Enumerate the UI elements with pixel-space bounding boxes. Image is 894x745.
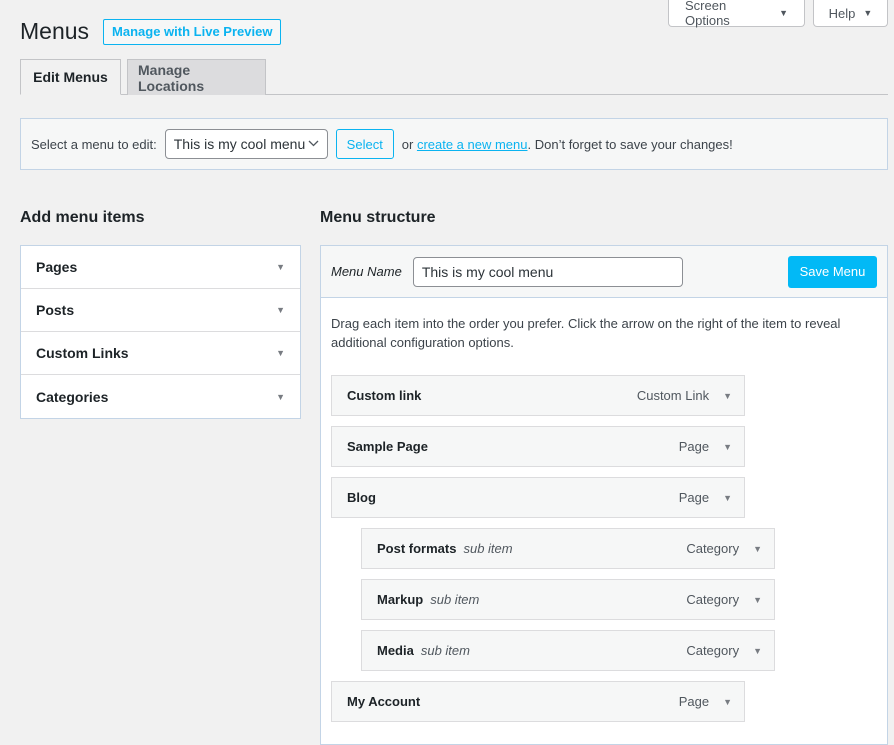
- sub-item-label: sub item: [463, 541, 513, 556]
- screen-options-label: Screen Options: [685, 0, 730, 28]
- caret-down-icon[interactable]: ▼: [753, 544, 762, 554]
- accordion-pages[interactable]: Pages ▼: [21, 246, 300, 289]
- menu-item-title: Markup: [377, 592, 424, 607]
- create-new-menu-link[interactable]: create a new menu: [417, 137, 528, 152]
- menu-item-title: Custom link: [347, 388, 422, 403]
- caret-down-icon[interactable]: ▼: [723, 697, 732, 707]
- menu-item-title: Blog: [347, 490, 376, 505]
- caret-down-icon: ▼: [276, 262, 285, 272]
- nav-tabs: Edit Menus Manage Locations: [20, 59, 888, 95]
- page-header: Menus Manage with Live Preview: [20, 18, 282, 45]
- menu-item-type: Page: [678, 490, 710, 505]
- accordion-label: Custom Links: [36, 345, 129, 361]
- sub-item-label: sub item: [430, 592, 480, 607]
- menu-item-type: Custom Link: [636, 388, 710, 403]
- menu-sub-item[interactable]: Markup sub item Category ▼: [361, 579, 775, 620]
- menu-item-title: Post formats: [377, 541, 457, 556]
- menu-item[interactable]: My Account Page ▼: [331, 681, 745, 722]
- caret-down-icon: ▼: [276, 348, 285, 358]
- screen-options-button[interactable]: Screen Options ▼: [668, 0, 805, 28]
- select-button[interactable]: Select: [335, 129, 394, 159]
- menu-select-dropdown[interactable]: This is my cool menu: [164, 129, 328, 159]
- caret-down-icon[interactable]: ▼: [723, 493, 732, 503]
- save-reminder: . Don’t forget to save your changes!: [527, 136, 733, 152]
- accordion-custom-links[interactable]: Custom Links ▼: [21, 332, 300, 375]
- menu-item[interactable]: Blog Page ▼: [331, 477, 745, 518]
- menu-item-type: Category: [686, 541, 740, 556]
- menu-item-type: Category: [686, 643, 740, 658]
- add-items-accordion: Pages ▼ Posts ▼ Custom Links ▼ Categorie…: [20, 245, 301, 419]
- menu-item-type: Page: [678, 439, 710, 454]
- menu-structure-title: Menu structure: [320, 209, 436, 226]
- accordion-label: Posts: [36, 302, 75, 318]
- tab-manage-locations[interactable]: Manage Locations: [127, 59, 266, 95]
- menu-structure-panel: Menu Name This is my cool menu Save Menu…: [320, 245, 888, 745]
- menu-item[interactable]: Sample Page Page ▼: [331, 426, 745, 467]
- drag-instructions: Drag each item into the order you prefer…: [331, 316, 841, 350]
- accordion-categories[interactable]: Categories ▼: [21, 375, 300, 418]
- or-text: or: [401, 136, 414, 152]
- caret-down-icon[interactable]: ▼: [723, 391, 732, 401]
- menu-name-row: Menu Name This is my cool menu Save Menu: [321, 246, 887, 298]
- accordion-label: Pages: [36, 259, 78, 275]
- menu-item-title: Media: [377, 643, 414, 658]
- help-button[interactable]: Help ▼: [813, 0, 888, 27]
- accordion-label: Categories: [36, 388, 109, 405]
- caret-down-icon[interactable]: ▼: [753, 595, 762, 605]
- add-menu-items-title: Add menu items: [20, 209, 145, 226]
- selected-menu: This is my cool menu: [173, 136, 306, 152]
- tab-edit-menus[interactable]: Edit Menus: [20, 59, 121, 95]
- menu-select-bar: Select a menu to edit: This is my cool m…: [20, 118, 888, 170]
- save-menu-button[interactable]: Save Menu: [788, 255, 877, 288]
- chevron-down-icon: [308, 138, 319, 150]
- help-label: Help: [828, 5, 856, 21]
- menu-sub-item[interactable]: Post formats sub item Category ▼: [361, 528, 775, 569]
- caret-down-icon: ▼: [779, 8, 788, 18]
- menu-item-title: My Account: [347, 694, 421, 709]
- menu-item[interactable]: Custom link Custom Link ▼: [331, 375, 745, 416]
- menu-item-title: Sample Page: [347, 439, 428, 454]
- menu-item-type: Category: [686, 592, 740, 607]
- menu-item-type: Page: [678, 694, 710, 709]
- screen-meta: Screen Options ▼ Help ▼: [668, 0, 888, 28]
- menu-sub-item[interactable]: Media sub item Category ▼: [361, 630, 775, 671]
- caret-down-icon: ▼: [863, 8, 873, 18]
- menu-name-input[interactable]: This is my cool menu: [412, 256, 683, 287]
- caret-down-icon: ▼: [276, 391, 285, 402]
- caret-down-icon[interactable]: ▼: [723, 442, 732, 452]
- caret-down-icon: ▼: [276, 305, 285, 315]
- page-title: Menus: [20, 18, 90, 44]
- select-prompt: Select a menu to edit:: [31, 136, 157, 152]
- accordion-posts[interactable]: Posts ▼: [21, 289, 300, 332]
- sub-item-label: sub item: [420, 643, 470, 658]
- select-bar-text: or create a new menu. Don’t forget to sa…: [402, 137, 733, 152]
- live-preview-button[interactable]: Manage with Live Preview: [103, 18, 282, 45]
- caret-down-icon[interactable]: ▼: [753, 646, 762, 656]
- menu-name-label: Menu Name: [331, 264, 402, 279]
